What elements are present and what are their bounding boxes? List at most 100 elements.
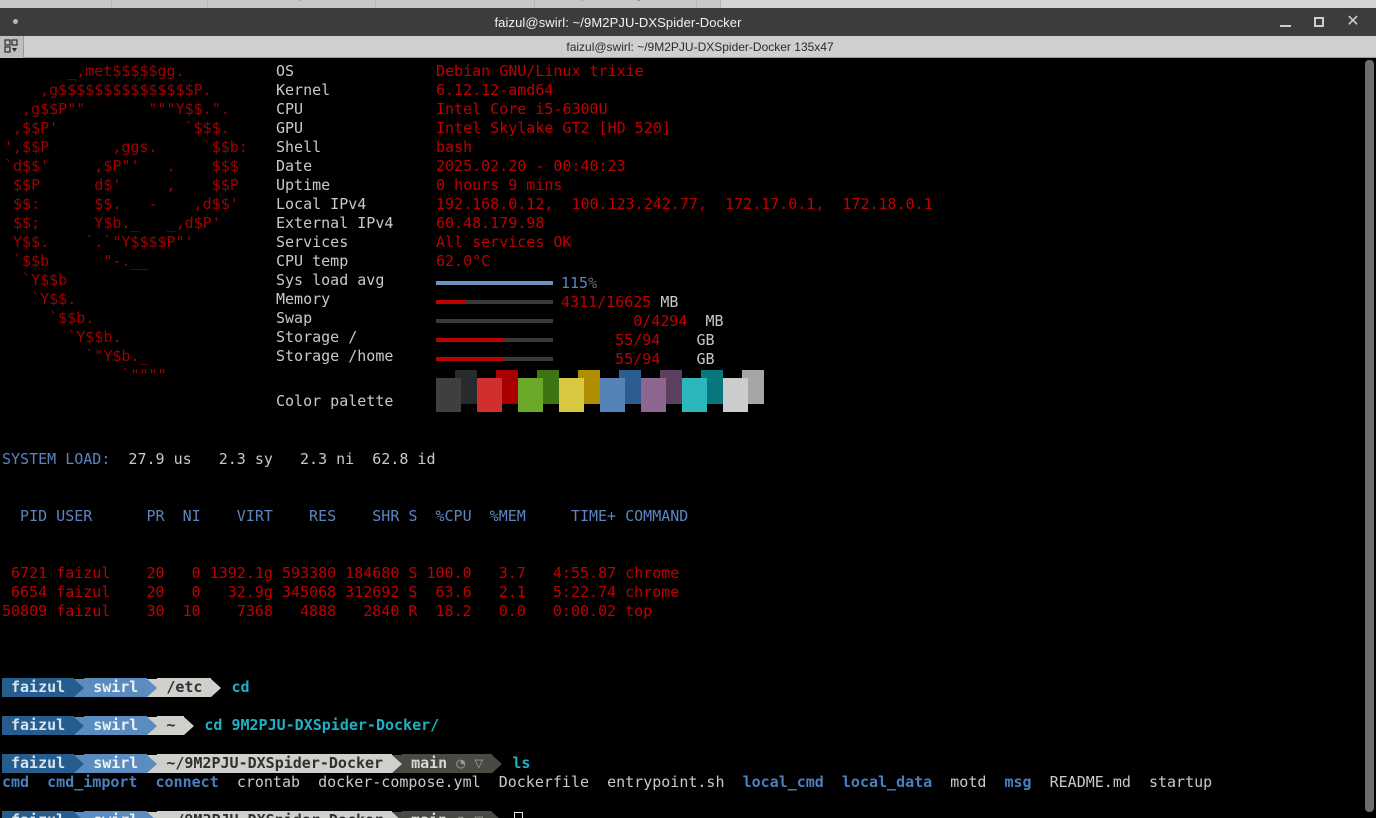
top-load-label: SYSTEM LOAD: — [2, 450, 111, 468]
browser-tab-close-icon[interactable]: × — [361, 0, 367, 1]
prompt-git-status-icon: ◔ ▽ — [447, 811, 483, 818]
prompt-git-branch-label: main — [411, 811, 447, 818]
browser-tab-label: 9M2PJU-DXSpider-Dock — [231, 0, 353, 1]
browser-tab-close-icon[interactable]: × — [521, 0, 527, 1]
neofetch-row-key: External IPv4 — [276, 214, 394, 232]
neofetch-row-value: 6.12.12-amd64 — [436, 81, 554, 99]
prompt-git-segment: main ◔ ▽ — [402, 754, 493, 773]
maximize-button[interactable] — [1302, 9, 1336, 35]
browser-tab[interactable]: DXSpider - Google Sea × — [535, 0, 698, 8]
neofetch-row: External IPv4 60.48.179.98 — [276, 214, 933, 233]
neofetch-block: _,met$$$$$gg. ,g$$$$$$$$$$$$$$$P. ,g$$P"… — [2, 62, 1376, 412]
prompt-line-1: faizul swirl ~ cd 9M2PJU-DXSpider-Docker/ — [2, 716, 1376, 735]
ls-directory-entry: cmd_import — [47, 773, 138, 791]
browser-tab[interactable]: Facebook × — [112, 0, 208, 8]
debian-swirl-ascii-logo: _,met$$$$$gg. ,g$$$$$$$$$$$$$$$P. ,g$$P"… — [4, 62, 248, 384]
window-title: faizul@swirl: ~/9M2PJU-DXSpider-Docker — [494, 14, 742, 30]
prompt-path-segment: ~/9M2PJU-DXSpider-Docker — [157, 754, 393, 773]
text-cursor[interactable] — [514, 812, 524, 818]
browser-tab-close-icon[interactable]: × — [193, 0, 199, 1]
neofetch-bar-value: 4311/16625 — [561, 292, 652, 311]
maximize-icon — [1314, 17, 1324, 27]
neofetch-bar-key: Sys load avg — [276, 271, 385, 289]
neofetch-row-value: 0 hours 9 mins — [436, 176, 563, 194]
browser-tab[interactable]: Add New Post ‹ Hamra × — [376, 0, 536, 8]
neofetch-row-key: Uptime — [276, 176, 331, 194]
ls-file-entry: startup — [1148, 773, 1213, 791]
neofetch-row: CPU Intel Core i5-6300U — [276, 100, 933, 119]
browser-tab-label: Add New Post ‹ Hamra — [399, 0, 511, 1]
ls-directory-entry: local_cmd — [742, 773, 824, 791]
minimize-button[interactable] — [1268, 9, 1302, 35]
neofetch-row: Kernel 6.12.12-amd64 — [276, 81, 933, 100]
neofetch-palette-label: Color palette — [276, 392, 394, 410]
neofetch-row: OS Debian GNU/Linux trixie — [276, 62, 933, 81]
minimize-icon — [1279, 25, 1291, 27]
prompt-host-segment: swirl — [84, 678, 148, 697]
browser-tab-close-icon[interactable]: × — [682, 0, 688, 1]
prompt-separator-arrow-icon — [492, 811, 503, 818]
prompt-user-segment: faizul — [2, 811, 75, 818]
neofetch-info-table: OS Debian GNU/Linux trixie Kernel 6.12.12-a… — [276, 62, 933, 412]
top-process-row: 50809 faizul 30 10 7368 4888 2840 R 18.2… — [2, 602, 653, 620]
neofetch-bar-row: Memory 4311/16625 MB — [276, 290, 933, 312]
top-load-values: 27.9 us 2.3 sy 2.3 ni 62.8 id — [110, 450, 436, 468]
prompt-git-branch-label: main — [411, 754, 448, 772]
neofetch-bar-key: Memory — [276, 290, 331, 308]
neofetch-bar-key: Storage /home — [276, 347, 394, 365]
prompt-separator-arrow-icon — [74, 678, 85, 697]
browser-tab-close-icon[interactable]: × — [98, 0, 104, 1]
color-palette-swatch — [518, 370, 559, 412]
window-titlebar: faizul@swirl: ~/9M2PJU-DXSpider-Docker ✕ — [0, 8, 1376, 36]
ls-file-entry: entrypoint.sh — [607, 773, 725, 791]
terminal-screen[interactable]: _,met$$$$$gg. ,g$$$$$$$$$$$$$$$P. ,g$$P"… — [0, 58, 1376, 818]
neofetch-bar-label: 55/94 GB — [561, 349, 715, 369]
neofetch-bar-fill — [436, 300, 467, 304]
new-tab-icon[interactable] — [0, 35, 24, 58]
terminal-tab-title[interactable]: faizul@swirl: ~/9M2PJU-DXSpider-Docker 1… — [24, 40, 1376, 54]
neofetch-bar-unit: GB — [660, 349, 715, 368]
neofetch-bar-row: Sys load avg 115% — [276, 271, 933, 293]
neofetch-bar-label: 4311/16625 MB — [561, 293, 678, 312]
color-palette-swatch — [682, 370, 723, 412]
prompt-user-segment: faizul — [2, 678, 75, 697]
prompt-host-segment: swirl — [84, 754, 148, 773]
prompt-separator-arrow-icon — [74, 754, 85, 773]
neofetch-row-value: bash — [436, 138, 473, 156]
terminal-scrollbar[interactable] — [1363, 58, 1376, 818]
scrollbar-thumb[interactable] — [1365, 60, 1374, 812]
neofetch-bar-label: 115% — [561, 274, 597, 293]
color-swatch-front — [641, 378, 666, 412]
top-column-header: PID USER PR NI VIRT RES SHR S %CPU %MEM … — [2, 507, 689, 525]
neofetch-bar: 55/94 GB — [436, 331, 715, 350]
ls-directory-entry: cmd — [2, 773, 30, 791]
prompt-separator-arrow-icon — [492, 754, 503, 773]
neofetch-row-value: Intel Skylake GT2 [HD 520] — [436, 119, 671, 137]
active-prompt-line[interactable]: faizul swirl ~/9M2PJU-DXSpider-Docker main … — [2, 811, 1376, 818]
neofetch-palette-row: Color palette — [276, 366, 933, 412]
neofetch-bar: 55/94 GB — [436, 350, 715, 369]
neofetch-row-key: GPU — [276, 119, 304, 137]
browser-tab[interactable]: HTML tutorial × — [0, 0, 113, 8]
browser-tab[interactable]: 9M2PJU-DXSpider-Dock × — [207, 0, 377, 8]
neofetch-row: Date 2025.02.20 - 00:40:23 — [276, 157, 933, 176]
prompt-user-segment: faizul — [2, 754, 75, 773]
neofetch-bar-fill — [436, 357, 504, 361]
color-swatch-front — [600, 378, 625, 412]
close-button[interactable]: ✕ — [1336, 9, 1370, 35]
prompt-separator-arrow-icon — [211, 678, 222, 697]
prompt-separator-arrow-icon — [392, 754, 403, 773]
neofetch-bar-label: 0/4294 MB — [561, 312, 723, 331]
neofetch-row: CPU temp 62.0°C — [276, 252, 933, 271]
neofetch-bar-row: Storage /home 55/94 GB — [276, 347, 933, 369]
ls-directory-entry: connect — [155, 773, 219, 791]
neofetch-bar-row: Swap 0/4294 MB — [276, 309, 933, 331]
color-swatch-front — [723, 378, 748, 412]
browser-new-tab-button[interactable]: + — [697, 0, 721, 8]
color-palette-swatch — [477, 370, 518, 412]
neofetch-bar-value: 55/94 — [561, 330, 661, 349]
neofetch-row-key: OS — [276, 62, 295, 80]
color-palette-swatch — [723, 370, 764, 412]
neofetch-bar-row: Storage / 55/94 GB — [276, 328, 933, 350]
